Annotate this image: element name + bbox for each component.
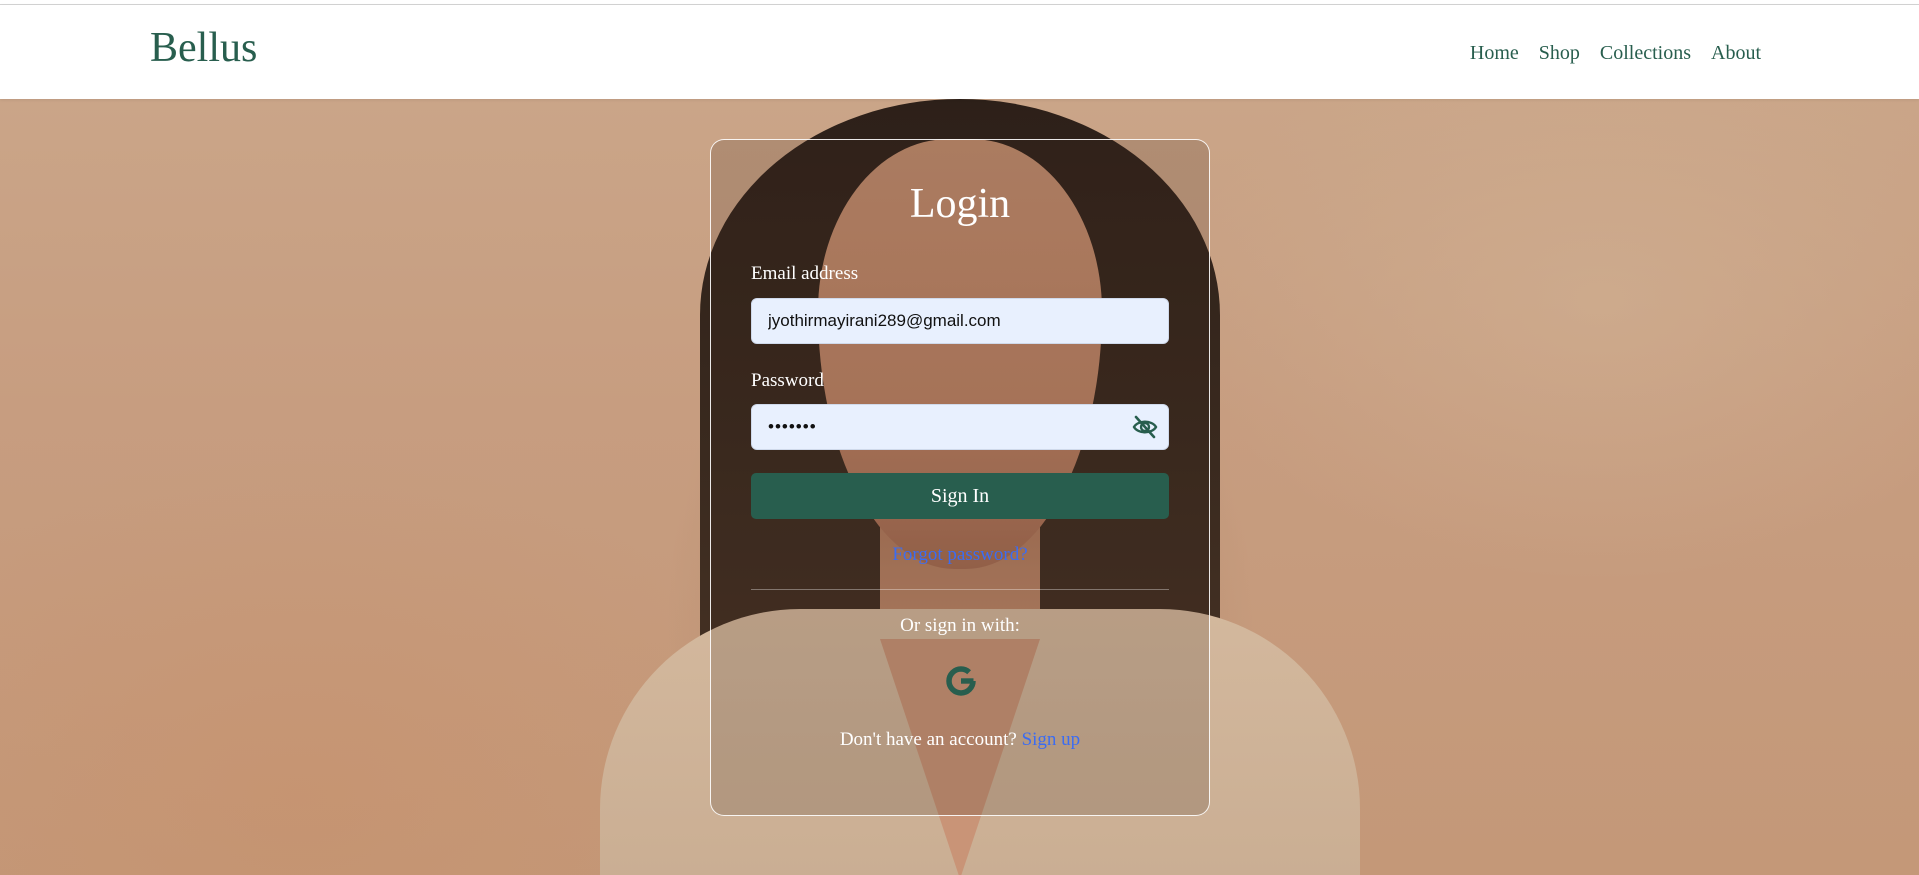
nav-about[interactable]: About <box>1711 42 1761 65</box>
navbar: Bellus Home Shop Collections About <box>0 5 1919 99</box>
signup-row: Don't have an account? Sign up <box>711 729 1209 751</box>
nav-collections[interactable]: Collections <box>1600 42 1691 65</box>
email-label: Email address <box>751 263 859 284</box>
login-card: Login Email address Password Sign In For… <box>710 139 1210 816</box>
sign-in-button[interactable]: Sign In <box>751 473 1169 519</box>
social-signin-label: Or sign in with: <box>900 615 1020 636</box>
nav-shop[interactable]: Shop <box>1539 42 1580 65</box>
main-nav: Home Shop Collections About <box>1470 42 1761 65</box>
login-title: Login <box>909 181 1011 227</box>
password-label: Password <box>751 370 824 391</box>
google-icon[interactable] <box>944 664 978 698</box>
sign-up-link[interactable]: Sign up <box>1022 729 1081 750</box>
nav-home[interactable]: Home <box>1470 42 1519 65</box>
eye-slash-icon[interactable] <box>1131 414 1159 440</box>
password-input[interactable] <box>751 404 1169 450</box>
brand-logo[interactable]: Bellus <box>150 27 257 69</box>
forgot-password-link[interactable]: Forgot password? <box>711 544 1209 566</box>
email-input[interactable] <box>751 298 1169 344</box>
divider <box>751 589 1169 590</box>
no-account-text: Don't have an account? <box>839 729 1017 750</box>
